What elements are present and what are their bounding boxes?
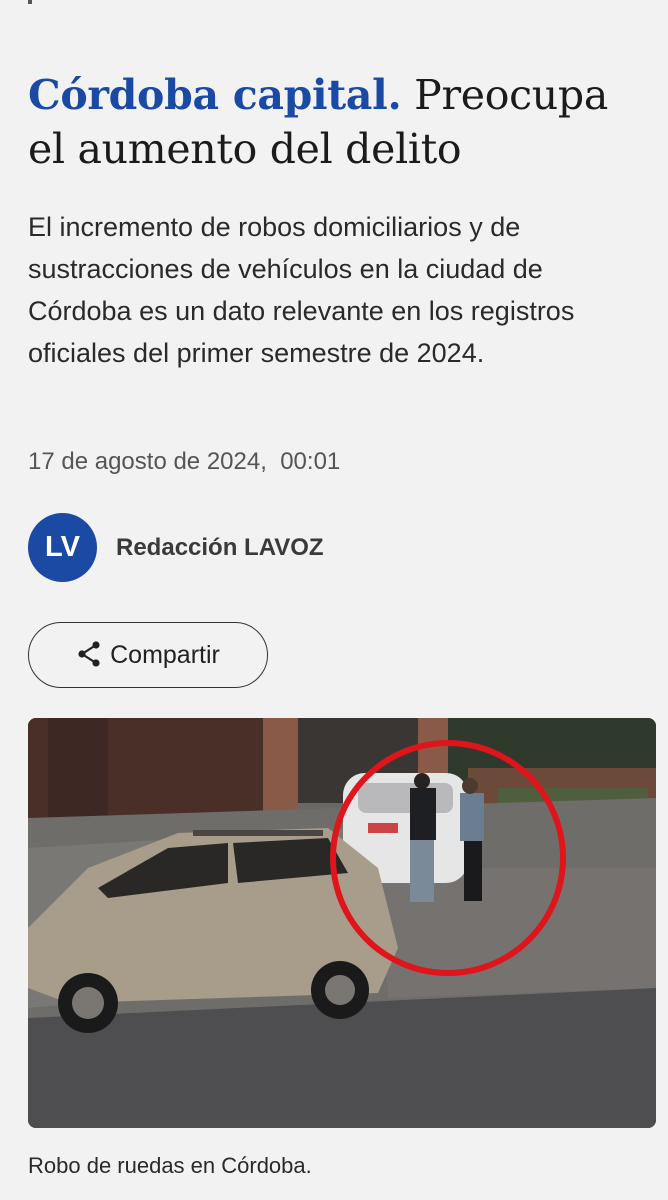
share-icon (76, 640, 102, 671)
person-left (410, 788, 436, 840)
street-scene-image (28, 718, 656, 1128)
author-name[interactable]: Redacción LAVOZ (116, 534, 324, 562)
photo-caption: Robo de ruedas en Córdoba. (28, 1153, 312, 1178)
publish-date: 17 de agosto de 2024, 00:01 (28, 448, 341, 475)
article-summary: El incremento de robos domiciliarios y d… (28, 212, 575, 368)
share-button[interactable]: Compartir (28, 622, 268, 688)
article-photo[interactable] (28, 718, 656, 1128)
article-headline: Córdoba capital. Preocupa el aumento del… (28, 68, 638, 176)
person-right (460, 793, 484, 841)
share-label: Compartir (110, 640, 220, 669)
headline-kicker: Córdoba capital. (28, 71, 402, 119)
author-avatar: LV (28, 513, 97, 582)
top-edge-mark (28, 0, 32, 4)
author-byline[interactable]: LV Redacción LAVOZ (28, 513, 324, 582)
